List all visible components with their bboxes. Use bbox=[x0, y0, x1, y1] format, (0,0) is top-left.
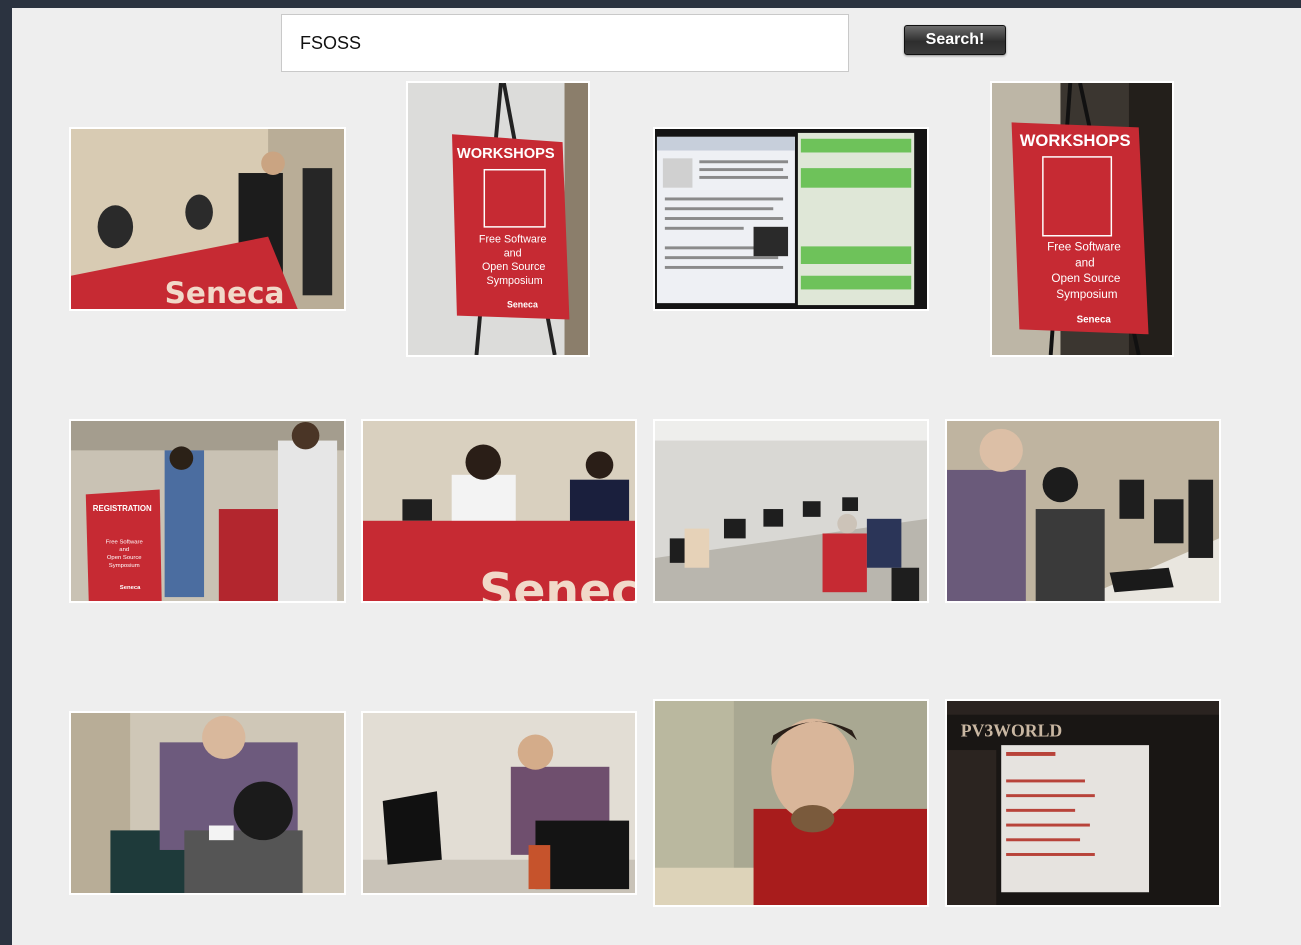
photo-image: REGISTRATION Free Software and Open Sour… bbox=[71, 421, 344, 601]
photo-lab-help[interactable] bbox=[945, 419, 1221, 603]
photo-image bbox=[947, 421, 1219, 601]
photo-volunteers-table[interactable]: Senec bbox=[361, 419, 637, 603]
photo-workshops-sign-2[interactable]: WORKSHOPS Free Software and Open Source … bbox=[990, 81, 1174, 357]
sign-line-3: Open Source bbox=[107, 555, 142, 561]
sign-line-2: and bbox=[119, 547, 129, 553]
sign-line-2: and bbox=[504, 247, 522, 259]
sign-line-4: Symposium bbox=[487, 275, 543, 287]
sign-brand: Seneca bbox=[1077, 314, 1112, 325]
photo-workshops-sign[interactable]: WORKSHOPS Free Software and Open Source … bbox=[406, 81, 590, 357]
sign-line-1: Free Software bbox=[479, 234, 547, 246]
sign-line-2: and bbox=[1075, 256, 1095, 269]
site-title: PV3WORLD bbox=[961, 720, 1062, 740]
photo-participant-laptop[interactable] bbox=[361, 711, 637, 895]
photo-image bbox=[71, 713, 344, 893]
photo-image: WORKSHOPS Free Software and Open Source … bbox=[992, 83, 1172, 355]
table-banner-text: Seneca bbox=[165, 276, 285, 309]
search-input[interactable] bbox=[281, 14, 849, 72]
sign-line-4: Symposium bbox=[1056, 288, 1117, 301]
photo-computer-lab[interactable] bbox=[653, 419, 929, 603]
table-banner-text: Senec bbox=[479, 564, 635, 601]
sign-title: WORKSHOPS bbox=[1020, 131, 1131, 150]
sign-line-4: Symposium bbox=[109, 563, 140, 569]
sign-brand: Seneca bbox=[507, 300, 538, 310]
photo-registration-table[interactable]: Seneca bbox=[69, 127, 346, 311]
photo-image bbox=[655, 701, 927, 905]
search-button[interactable]: Search! bbox=[904, 25, 1006, 55]
sign-line-3: Open Source bbox=[1051, 272, 1121, 285]
photo-screen-code[interactable] bbox=[653, 127, 929, 311]
photo-portrait-red-hoodie[interactable] bbox=[653, 699, 929, 907]
sign-line-1: Free Software bbox=[106, 539, 143, 545]
photo-registration-desk[interactable]: REGISTRATION Free Software and Open Sour… bbox=[69, 419, 346, 603]
sign-line-3: Open Source bbox=[482, 261, 545, 273]
photo-image bbox=[655, 421, 927, 601]
photo-mentoring[interactable] bbox=[69, 711, 346, 895]
sign-brand: Seneca bbox=[120, 585, 141, 591]
photo-image: PV3WORLD bbox=[947, 701, 1219, 905]
photo-image bbox=[655, 129, 927, 309]
photo-image: Seneca bbox=[71, 129, 344, 309]
photo-image: WORKSHOPS Free Software and Open Source … bbox=[408, 83, 588, 355]
photo-website-screen[interactable]: PV3WORLD bbox=[945, 699, 1221, 907]
photo-image: Senec bbox=[363, 421, 635, 601]
sign-title: REGISTRATION bbox=[93, 504, 152, 513]
sign-title: WORKSHOPS bbox=[457, 146, 555, 162]
sign-line-1: Free Software bbox=[1047, 240, 1121, 253]
photo-image bbox=[363, 713, 635, 893]
